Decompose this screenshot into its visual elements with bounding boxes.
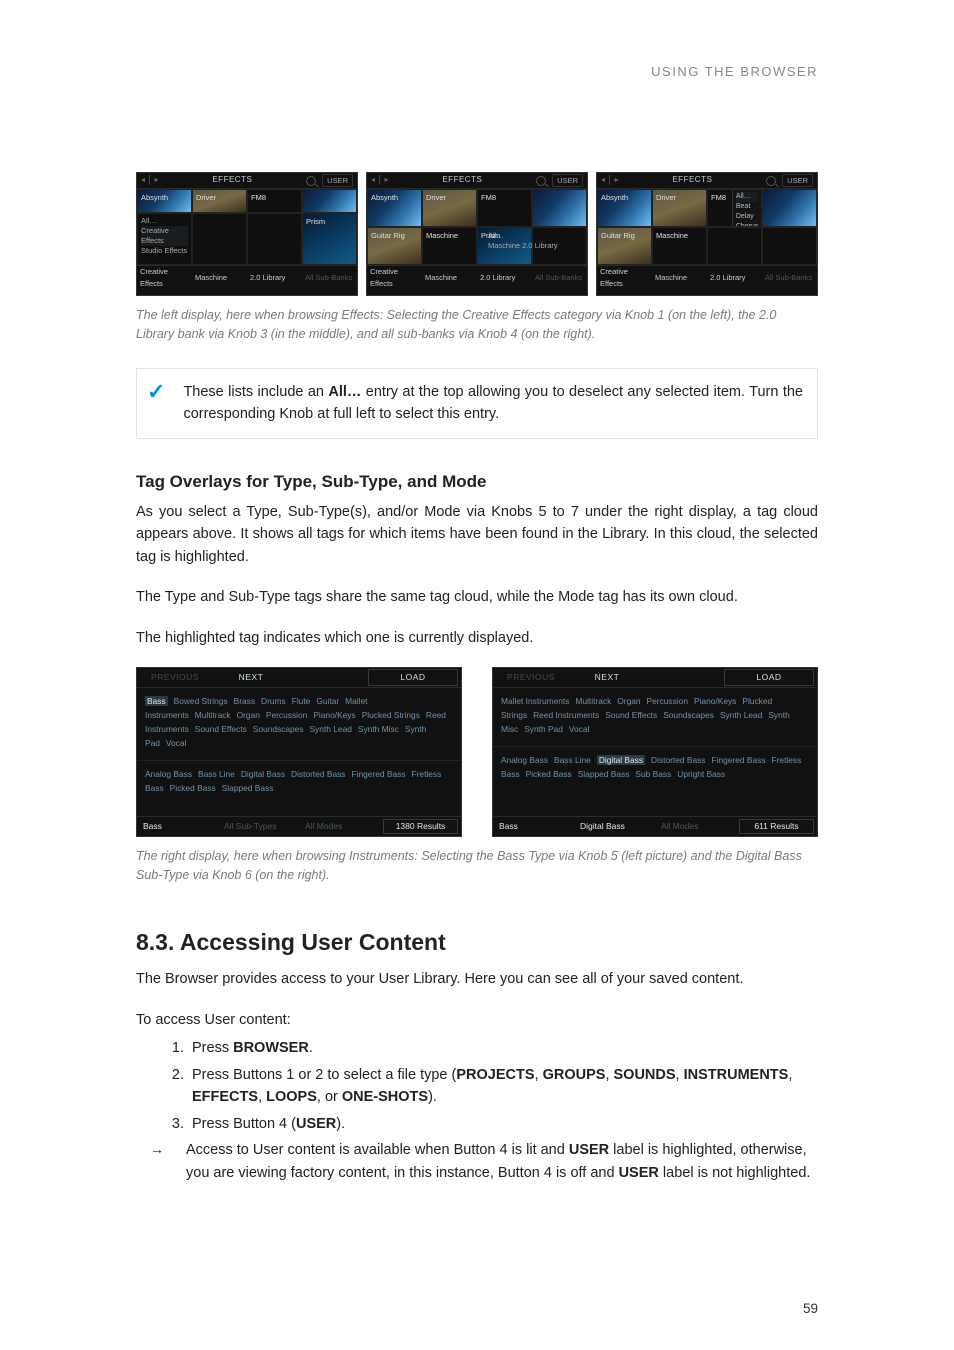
knob-label: 2.0 Library (477, 272, 532, 284)
knob-value: Bass (137, 820, 218, 833)
knob-label: 2.0 Library (247, 272, 302, 284)
subtype-tag-cloud: Analog BassBass LineDigital BassDistorte… (493, 746, 817, 787)
user-toggle: USER (322, 174, 353, 188)
tile-label: Maschine (656, 231, 688, 240)
knob-label: Creative Effects (367, 266, 422, 289)
knob-label: Creative Effects (137, 266, 192, 289)
tag-overlays-figure: PREVIOUS NEXT LOAD BassBowed StringsBras… (136, 667, 818, 837)
knob-value: All Modes (655, 820, 736, 833)
tile-label: Absynth (141, 193, 168, 202)
next-button: NEXT (569, 671, 645, 684)
tip-box: ✓ These lists include an All… entry at t… (136, 368, 818, 439)
results-count: 611 Results (739, 819, 814, 834)
user-toggle: USER (782, 174, 813, 188)
knob-label: Maschine (192, 272, 247, 284)
knob-label: All Sub-Banks (532, 272, 587, 284)
knob-value: Digital Bass (574, 820, 655, 833)
knob-label: Creative Effects (597, 266, 652, 289)
knob-label: Maschine (422, 272, 477, 284)
step-item: Press Button 4 (USER). (188, 1113, 818, 1135)
load-button: LOAD (368, 669, 458, 686)
type-tag-cloud: BassBowed StringsBrassDrumsFluteGuitarMa… (137, 688, 461, 756)
step-item: Press Buttons 1 or 2 to select a file ty… (188, 1064, 818, 1109)
tile-label: Absynth (601, 193, 628, 202)
step-item: Press BROWSER. (188, 1037, 818, 1059)
search-icon (766, 176, 776, 186)
subsection-heading: Tag Overlays for Type, Sub-Type, and Mod… (136, 469, 818, 495)
tile-label: FM8 (251, 193, 266, 202)
body-paragraph: To access User content: (136, 1009, 818, 1031)
knob-value: All Sub-Types (218, 820, 299, 833)
list-item: All… (141, 216, 188, 226)
tile-label: FM8 (711, 193, 726, 202)
body-paragraph: The Browser provides access to your User… (136, 968, 818, 990)
nav-arrows-icon: ◂ │ ▸ (141, 174, 158, 186)
search-icon (536, 176, 546, 186)
results-count: 1380 Results (383, 819, 458, 834)
tile-label: Prism (481, 231, 500, 240)
nav-arrows-icon: ◂ │ ▸ (371, 174, 388, 186)
type-tag-cloud: Mallet InstrumentsMultitrackOrganPercuss… (493, 688, 817, 742)
tip-text: These lists include an All… entry at the… (183, 381, 803, 426)
knob-label: All Sub-Banks (762, 272, 817, 284)
page-header: USING THE BROWSER (136, 62, 818, 82)
nav-arrows-icon: ◂ │ ▸ (601, 174, 618, 186)
display-title: EFFECTS (624, 174, 760, 186)
arrow-icon: → (150, 1139, 164, 1184)
body-paragraph: The Type and Sub-Type tags share the sam… (136, 586, 818, 608)
tile-label: Driver (196, 193, 216, 202)
tile-label: Guitar Rig (371, 231, 405, 240)
knob-value: Bass (493, 820, 574, 833)
subtype-tag-cloud: Analog BassBass LineDigital BassDistorte… (137, 760, 461, 801)
next-button: NEXT (213, 671, 289, 684)
knob-value: All Modes (299, 820, 380, 833)
display-right: ◂ │ ▸ EFFECTS USER Absynth Driver FM8 Al… (596, 172, 818, 296)
knob-label: 2.0 Library (707, 272, 762, 284)
steps-list: Press BROWSER. Press Buttons 1 or 2 to s… (136, 1037, 818, 1135)
list-item: Maschine 2.0 Library (488, 241, 585, 251)
tile-label: Prism (306, 217, 325, 226)
body-paragraph: The highlighted tag indicates which one … (136, 627, 818, 649)
list-item: Studio Effects (141, 246, 188, 256)
overlay-left: PREVIOUS NEXT LOAD BassBowed StringsBras… (136, 667, 462, 837)
tile-label: Guitar Rig (601, 231, 635, 240)
list-item: Creative Effects (141, 226, 188, 246)
body-paragraph: As you select a Type, Sub-Type(s), and/o… (136, 501, 818, 568)
figure-caption: The right display, here when browsing In… (136, 847, 818, 885)
figure-caption: The left display, here when browsing Eff… (136, 306, 818, 344)
tile-label: Maschine (426, 231, 458, 240)
knob-label: All Sub-Banks (302, 272, 357, 284)
list-item: All… (488, 231, 585, 241)
display-middle: ◂ │ ▸ EFFECTS USER Absynth Driver FM8 Gu… (366, 172, 588, 296)
display-left: ◂ │ ▸ EFFECTS USER Absynth Driver FM8 Al… (136, 172, 358, 296)
result-item: → Access to User content is available wh… (136, 1139, 818, 1184)
subbank-dropdown: All… Beat Delay Chorus Compressor Distor… (732, 190, 761, 227)
effects-displays-figure: ◂ │ ▸ EFFECTS USER Absynth Driver FM8 Al… (136, 172, 818, 296)
tile-label: Absynth (371, 193, 398, 202)
page-number: 59 (803, 1299, 818, 1320)
prev-button: PREVIOUS (493, 671, 569, 684)
section-heading: 8.3. Accessing User Content (136, 925, 818, 961)
display-title: EFFECTS (164, 174, 300, 186)
load-button: LOAD (724, 669, 814, 686)
tile-label: FM8 (481, 193, 496, 202)
check-icon: ✓ (147, 381, 165, 426)
tile-label: Driver (426, 193, 446, 202)
prev-button: PREVIOUS (137, 671, 213, 684)
search-icon (306, 176, 316, 186)
display-title: EFFECTS (394, 174, 530, 186)
tile-label: Driver (656, 193, 676, 202)
overlay-right: PREVIOUS NEXT LOAD Mallet InstrumentsMul… (492, 667, 818, 837)
user-toggle: USER (552, 174, 583, 188)
knob-label: Maschine (652, 272, 707, 284)
